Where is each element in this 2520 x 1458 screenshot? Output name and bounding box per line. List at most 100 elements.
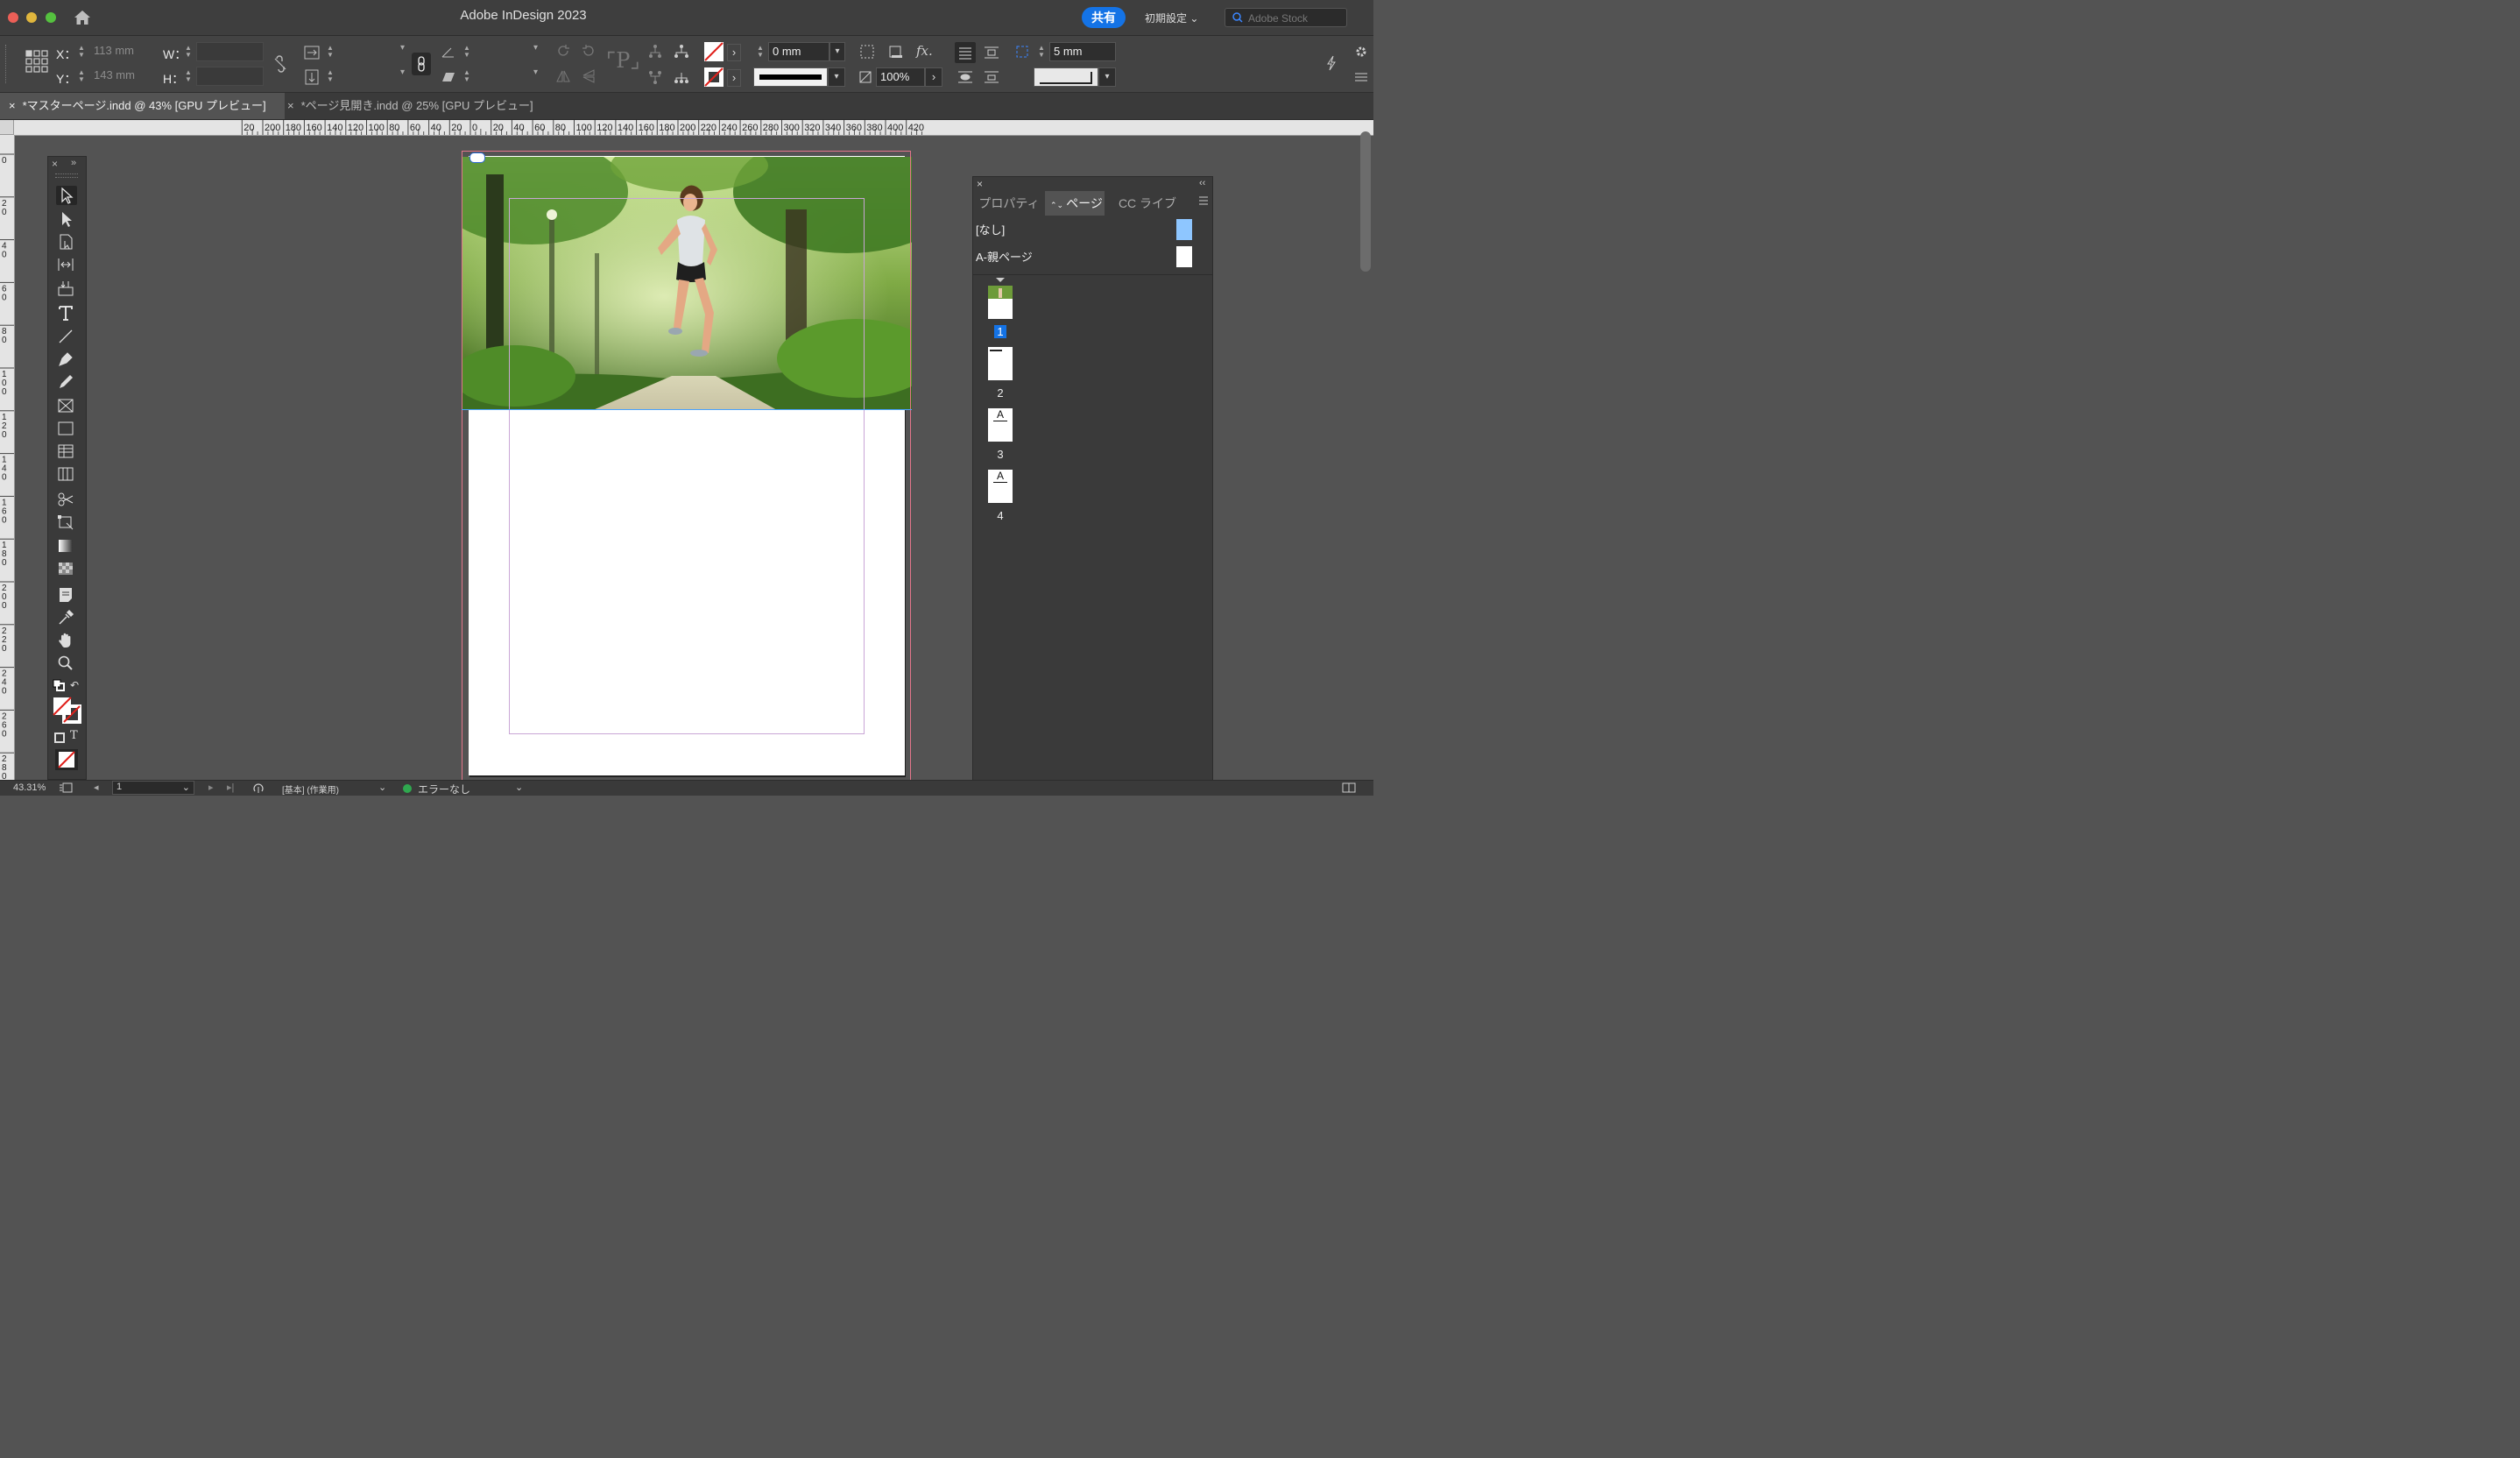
scale-x-spinner[interactable]: ▲ ▼ [326, 45, 335, 60]
constrain-scale-button[interactable] [412, 53, 431, 75]
rectangle-tool-icon[interactable] [56, 419, 77, 438]
close-icon[interactable]: × [287, 99, 294, 112]
direct-selection-tool-icon[interactable] [56, 209, 77, 229]
chevron-down-icon[interactable]: ⌄ [378, 782, 386, 793]
frame-fitting-icon[interactable] [858, 43, 876, 60]
master-a-thumb[interactable] [1176, 246, 1192, 267]
quick-apply-icon[interactable] [1323, 54, 1340, 72]
horizontal-ruler[interactable]: 20 200 180 160 140 120 100 80 60 40 20 0 20 40 60 80 100… [0, 120, 1373, 136]
rotate-ccw-icon[interactable] [580, 42, 597, 60]
content-collector-icon[interactable] [56, 279, 77, 298]
vertical-ruler[interactable]: 0 20 40 60 80 100 120 140 160 180 200 220 240 260 280 [0, 135, 15, 780]
formatting-container-icon[interactable] [54, 732, 65, 743]
master-none[interactable]: [なし] [976, 221, 1005, 237]
last-page-icon[interactable]: ▸| [227, 782, 234, 793]
w-spinner[interactable]: ▲ ▼ [184, 45, 193, 60]
select-previous-icon[interactable] [673, 43, 690, 60]
panel-grip[interactable] [55, 173, 78, 178]
share-button[interactable]: 共有 [1082, 7, 1126, 28]
x-field[interactable]: 113 mm [90, 42, 153, 61]
h-spinner[interactable]: ▲ ▼ [184, 69, 193, 85]
stroke-type-select[interactable] [753, 67, 828, 87]
panel-menu-icon[interactable] [1197, 195, 1210, 211]
tab-properties[interactable]: プロパティ [974, 191, 1044, 216]
stroke-weight-dropdown[interactable]: ▾ [829, 42, 845, 61]
gradient-feather-tool-icon[interactable] [56, 559, 77, 578]
wrap-bounding-box-icon[interactable] [983, 44, 1000, 61]
h-field[interactable] [196, 67, 264, 86]
auto-fit-icon[interactable] [1013, 43, 1031, 60]
apply-none-icon[interactable] [55, 749, 78, 770]
first-page-icon[interactable]: ◂ [94, 782, 99, 793]
stroke-menu-arrow[interactable]: › [727, 69, 741, 87]
stroke-weight-spinner[interactable]: ▲ ▼ [756, 45, 765, 60]
x-spinner[interactable]: ▲ ▼ [77, 45, 86, 60]
eyedropper-tool-icon[interactable] [56, 608, 77, 627]
selection-tool-icon[interactable] [56, 186, 77, 205]
gutter-spinner[interactable]: ▲ ▼ [1037, 45, 1046, 60]
flip-horizontal-icon[interactable] [554, 67, 572, 85]
open-document-icon[interactable] [252, 781, 265, 797]
free-transform-tool-icon[interactable] [56, 513, 77, 532]
tab-pages[interactable]: ⌃⌄ ページ [1045, 191, 1105, 216]
control-grip[interactable] [5, 45, 9, 83]
collapse-panel-icon[interactable]: ‹‹ [1199, 178, 1205, 188]
gear-icon[interactable] [1352, 43, 1370, 60]
shear-spinner[interactable]: ▲ ▼ [462, 69, 471, 85]
scale-y-icon[interactable] [303, 68, 321, 86]
link-badge-icon[interactable] [469, 152, 485, 163]
scale-x-dropdown[interactable]: ▾ [338, 43, 405, 60]
formatting-text-icon[interactable]: T [70, 729, 78, 742]
scale-x-icon[interactable] [303, 44, 321, 61]
zoom-tool-icon[interactable] [56, 654, 77, 673]
y-field[interactable]: 143 mm [90, 67, 153, 86]
stroke-none-swatch[interactable] [704, 67, 724, 87]
flip-vertical-icon[interactable] [580, 67, 597, 85]
vertical-scrollbar[interactable] [1360, 131, 1371, 272]
master-none-thumb[interactable] [1176, 219, 1192, 240]
scissors-tool-icon[interactable] [56, 490, 77, 509]
shear-dropdown[interactable]: ▾ [475, 67, 538, 85]
drop-shadow-icon[interactable] [886, 43, 904, 60]
text-wrap-none-button[interactable] [955, 42, 976, 63]
page-thumbnail-2[interactable] [988, 347, 1013, 380]
panel-menu-icon[interactable] [1352, 68, 1370, 86]
column-rule-select[interactable] [1034, 67, 1098, 87]
zoom-level[interactable]: 43.31% [13, 782, 46, 793]
gap-tool-icon[interactable] [56, 255, 77, 274]
default-fill-stroke-icon[interactable] [53, 679, 65, 691]
fill-none-swatch[interactable] [704, 42, 724, 61]
scale-y-dropdown[interactable]: ▾ [338, 67, 405, 85]
scale-y-spinner[interactable]: ▲ ▼ [326, 69, 335, 85]
page-thumbnail-3[interactable]: A [988, 408, 1013, 442]
split-window-icon[interactable] [1342, 782, 1356, 796]
pen-tool-icon[interactable] [56, 350, 77, 369]
fill-stroke-swatch[interactable] [53, 697, 82, 725]
effects-fx-icon[interactable]: fx. [916, 43, 933, 59]
preflight-profile[interactable]: [基本] (作業用) [282, 782, 339, 796]
stroke-type-dropdown[interactable]: ▾ [828, 67, 845, 87]
page-thumbnail-1[interactable] [988, 286, 1013, 319]
select-container-icon[interactable] [646, 43, 664, 60]
wrap-jump-icon[interactable] [983, 68, 1000, 86]
page-tool-icon[interactable] [56, 232, 77, 251]
p-reference-icon[interactable]: ⌜P⌟ [606, 48, 640, 78]
ruler-origin[interactable] [0, 120, 14, 135]
wrap-shape-icon[interactable] [956, 68, 974, 86]
rotate-cw-icon[interactable] [554, 42, 572, 60]
expand-panel-icon[interactable]: » [71, 158, 76, 168]
page-number-3[interactable]: 3 [985, 448, 1015, 461]
close-icon[interactable]: × [977, 178, 983, 190]
chevron-down-icon[interactable]: ⌄ [515, 782, 523, 793]
pencil-tool-icon[interactable] [56, 372, 77, 392]
page-number-1[interactable]: 1 [985, 325, 1015, 338]
table-tool-icon[interactable] [56, 442, 77, 461]
next-page-icon[interactable]: ▸ [208, 782, 214, 793]
rotate-spinner[interactable]: ▲ ▼ [462, 45, 471, 60]
page-number-4[interactable]: 4 [985, 509, 1015, 522]
opacity-field[interactable]: 100% [876, 67, 925, 87]
page-number-select[interactable]: 1 ⌄ [112, 781, 194, 795]
master-a[interactable]: A-親ページ [976, 248, 1033, 265]
rotate-angle-icon[interactable] [440, 44, 457, 61]
select-next-icon[interactable] [673, 68, 690, 86]
